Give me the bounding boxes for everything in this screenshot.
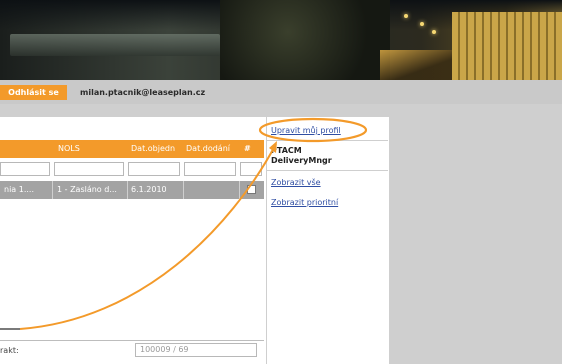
cell-divider (183, 181, 184, 199)
show-all-link[interactable]: Zobrazit vše (271, 178, 321, 187)
edit-profile-link[interactable]: Upravit můj profil (271, 126, 341, 135)
contract-field[interactable]: 100009 / 69 (135, 343, 257, 357)
banner-lamp (420, 22, 424, 26)
cell-divider (127, 181, 128, 199)
divider (0, 340, 264, 341)
sidebar-divider (266, 140, 388, 141)
logout-button[interactable]: Odhlásit se (0, 85, 67, 100)
table-cell-status: 1 - Zasláno d... (57, 185, 117, 194)
column-header-nols[interactable]: NOLS (58, 140, 80, 158)
banner-trees (220, 0, 390, 80)
banner-building (452, 12, 562, 80)
row-checkbox[interactable] (247, 185, 256, 194)
filter-input-delivery-date[interactable] (184, 162, 236, 176)
banner-road (380, 50, 460, 80)
username-label: PTACM (271, 146, 302, 155)
cell-divider (52, 181, 53, 199)
table-cell-order-date: 6.1.2010 (131, 185, 167, 194)
show-priority-link[interactable]: Zobrazit prioritní (271, 198, 338, 207)
column-header-delivery-date[interactable]: Dat.dodání (186, 140, 230, 158)
contract-label: rakt: (0, 346, 19, 355)
table-cell: nia 1.... (4, 185, 34, 194)
banner-lamp (404, 14, 408, 18)
banner-bridge (10, 34, 220, 56)
column-header-hash[interactable]: # (244, 140, 251, 158)
column-header-order-date[interactable]: Dat.objedn (131, 140, 175, 158)
sidebar-divider (266, 170, 388, 171)
user-email: milan.ptacnik@leaseplan.cz (80, 88, 206, 97)
filter-input-nols[interactable] (54, 162, 124, 176)
cell-divider (239, 181, 240, 199)
banner-lamp (432, 30, 436, 34)
filter-input-hash[interactable] (240, 162, 262, 176)
header-banner-image (0, 0, 562, 80)
role-label: DeliveryMngr (271, 156, 332, 165)
filter-input[interactable] (0, 162, 50, 176)
filter-input-order-date[interactable] (128, 162, 180, 176)
